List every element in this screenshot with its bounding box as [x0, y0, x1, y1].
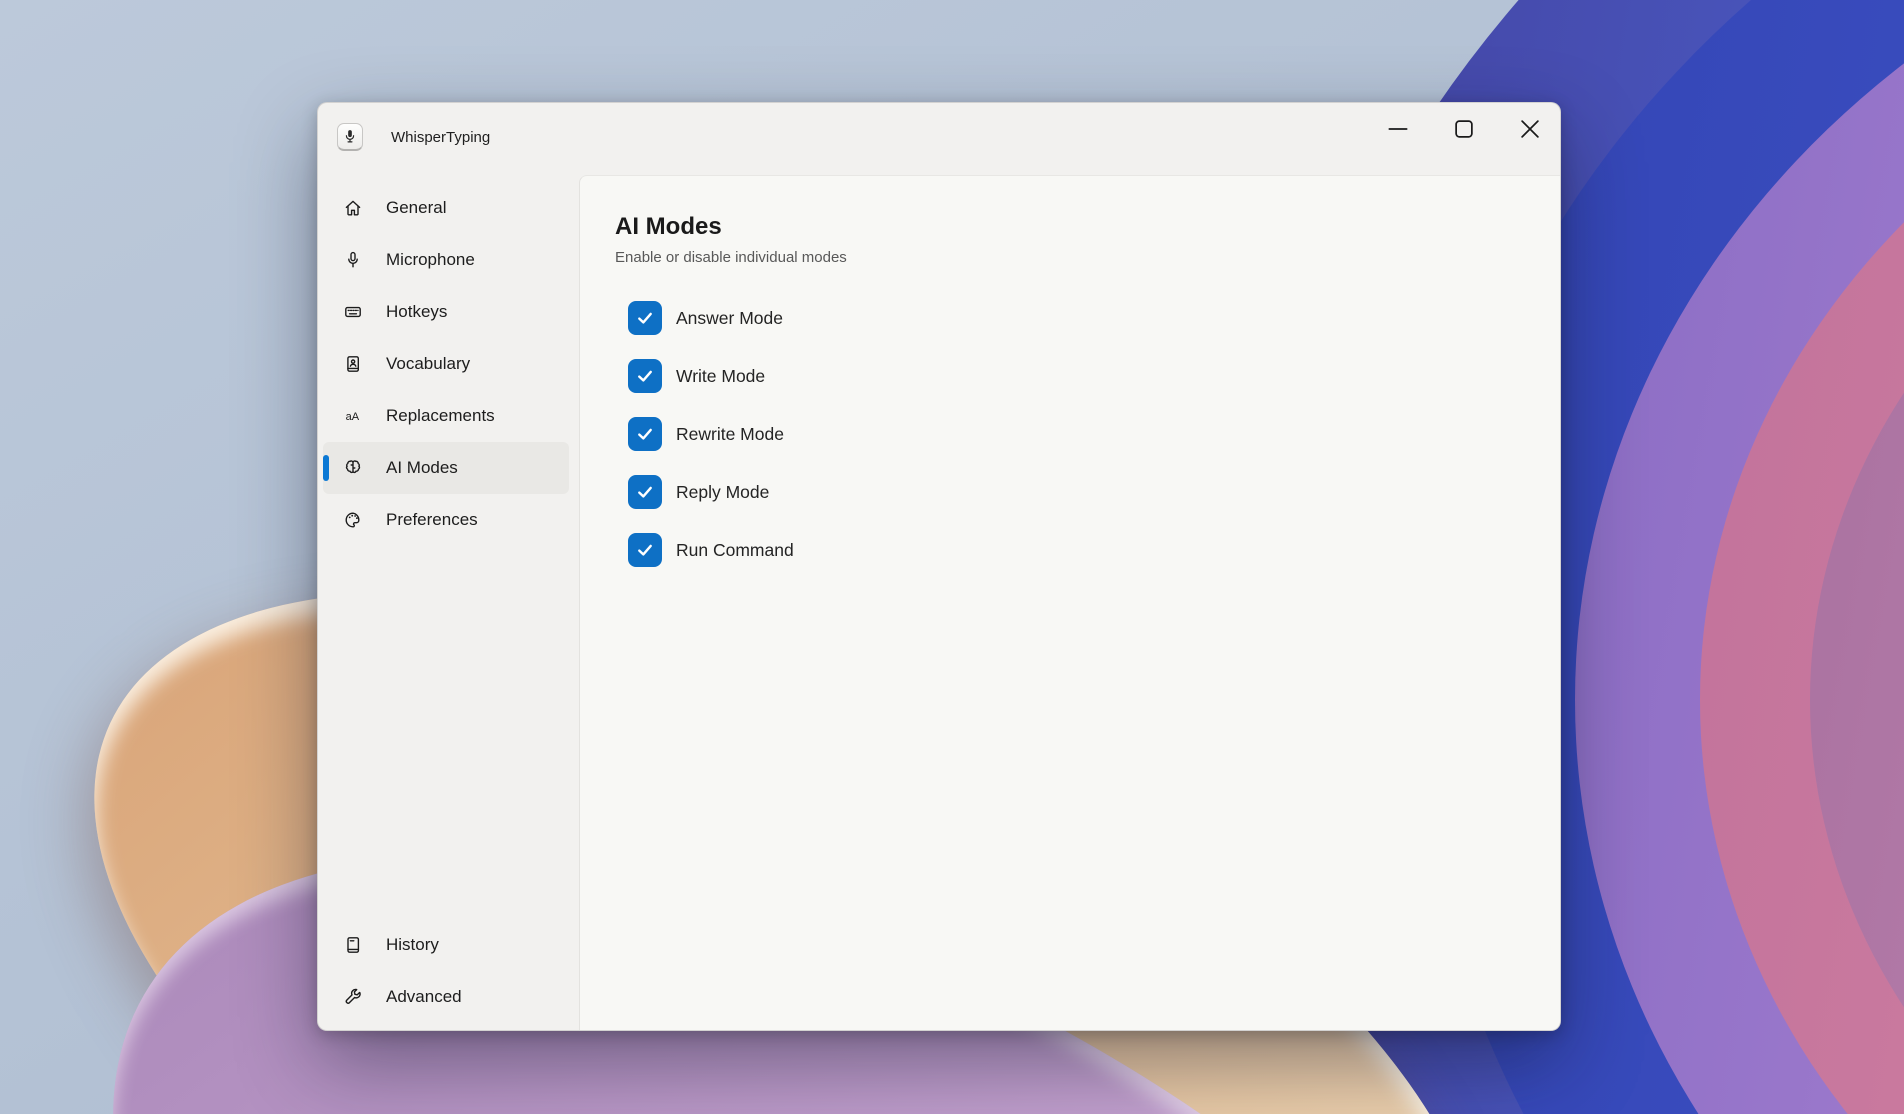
- checkbox-answer-mode[interactable]: [628, 301, 662, 335]
- checkbox-run-command[interactable]: [628, 533, 662, 567]
- window-button-close[interactable]: [1494, 105, 1560, 147]
- close-icon: [1520, 119, 1535, 134]
- history-book-icon: [343, 935, 363, 955]
- mode-row-run-command[interactable]: Run Command: [628, 533, 1520, 567]
- app-window: WhisperTyping General Micr: [317, 102, 1561, 1031]
- window-button-minimize[interactable]: [1362, 105, 1428, 147]
- page-title: AI Modes: [615, 212, 1520, 242]
- window-body: General Microphone Hotkeys Vocabulary Re…: [318, 175, 1560, 1030]
- caption-buttons: [1362, 105, 1560, 147]
- sidebar-footer-group: History Advanced: [323, 919, 569, 1023]
- mode-row-write-mode[interactable]: Write Mode: [628, 359, 1520, 393]
- maximize-icon: [1454, 119, 1469, 134]
- sidebar-item-ai-modes[interactable]: AI Modes: [323, 442, 569, 494]
- vocabulary-book-icon: [343, 354, 363, 374]
- microphone-icon: [342, 128, 358, 145]
- checkbox-rewrite-mode[interactable]: [628, 417, 662, 451]
- wrench-icon: [343, 987, 363, 1007]
- sidebar-item-hotkeys[interactable]: Hotkeys: [323, 286, 569, 338]
- page-subtitle: Enable or disable individual modes: [615, 248, 1520, 268]
- ai-modes-list: Answer Mode Write Mode: [628, 301, 1520, 567]
- microphone-icon: [343, 250, 363, 270]
- replace-text-icon: [343, 406, 363, 426]
- mode-row-rewrite-mode[interactable]: Rewrite Mode: [628, 417, 1520, 451]
- titlebar[interactable]: WhisperTyping: [318, 103, 1560, 175]
- sidebar-item-advanced[interactable]: Advanced: [323, 971, 569, 1023]
- brain-icon: [343, 458, 363, 478]
- window-button-maximize[interactable]: [1428, 105, 1494, 147]
- minimize-icon: [1388, 119, 1403, 134]
- checkbox-write-mode[interactable]: [628, 359, 662, 393]
- checkmark-icon: [635, 482, 655, 502]
- content-pane: AI Modes Enable or disable individual mo…: [579, 175, 1560, 1030]
- checkmark-icon: [635, 308, 655, 328]
- sidebar-item-microphone[interactable]: Microphone: [323, 234, 569, 286]
- keyboard-icon: [343, 302, 363, 322]
- sidebar-item-replacements[interactable]: Replacements: [323, 390, 569, 442]
- mode-row-answer-mode[interactable]: Answer Mode: [628, 301, 1520, 335]
- sidebar-item-vocabulary[interactable]: Vocabulary: [323, 338, 569, 390]
- home-icon: [343, 198, 363, 218]
- sidebar-item-general[interactable]: General: [323, 182, 569, 234]
- sidebar-main-group: General Microphone Hotkeys Vocabulary Re…: [323, 182, 569, 546]
- palette-icon: [343, 510, 363, 530]
- window-title: WhisperTyping: [391, 129, 490, 146]
- checkmark-icon: [635, 424, 655, 444]
- sidebar: General Microphone Hotkeys Vocabulary Re…: [318, 175, 579, 1030]
- app-icon: [337, 123, 363, 151]
- sidebar-item-preferences[interactable]: Preferences: [323, 494, 569, 546]
- checkmark-icon: [635, 366, 655, 386]
- checkmark-icon: [635, 540, 655, 560]
- sidebar-item-history[interactable]: History: [323, 919, 569, 971]
- checkbox-reply-mode[interactable]: [628, 475, 662, 509]
- mode-row-reply-mode[interactable]: Reply Mode: [628, 475, 1520, 509]
